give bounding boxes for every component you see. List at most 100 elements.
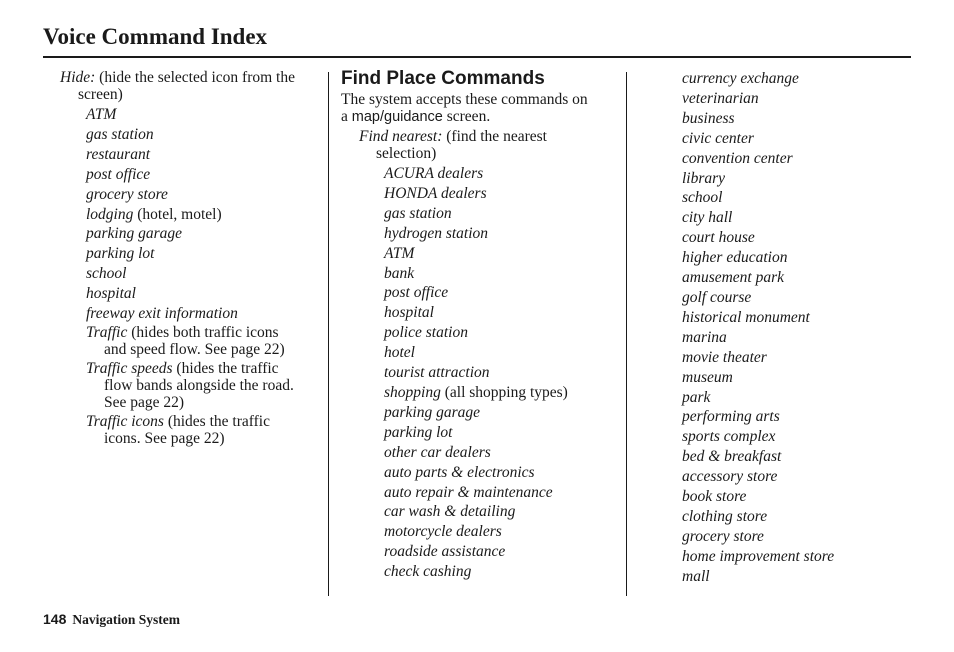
find-item-label: other car dealers: [384, 443, 491, 461]
traffic-item-desc-cont: See page 22): [104, 393, 185, 411]
hide-item-label: gas station: [86, 125, 154, 143]
traffic-item-label: Traffic speeds: [86, 359, 173, 377]
find-nearest-item: auto repair & maintenance: [384, 483, 621, 503]
find-nearest-item: museum: [682, 368, 733, 386]
find-item-label: hydrogen station: [384, 224, 489, 242]
hide-item-label: hospital: [86, 285, 136, 303]
traffic-item-desc: (hides both traffic icons: [127, 323, 279, 341]
section-heading: Find Place Commands: [341, 68, 545, 89]
hide-item-note: (hotel, motel): [133, 205, 222, 223]
traffic-item-desc: (hides the traffic: [163, 412, 270, 430]
find-nearest-item: parking lot: [384, 423, 621, 443]
column-find-place-commands: Find Place Commands The system accepts t…: [341, 69, 621, 582]
hide-item-label: parking lot: [86, 245, 155, 263]
find-nearest-item: convention center: [682, 149, 793, 167]
traffic-item-desc-cont: icons. See page 22): [104, 429, 225, 447]
find-item-note: (all shopping types): [440, 383, 568, 401]
hide-item-label: freeway exit information: [86, 305, 238, 323]
traffic-item-desc-cont: and speed flow. See page 22): [104, 340, 285, 358]
find-nearest-item: check cashing: [384, 562, 621, 582]
find-nearest-item: shopping (all shopping types): [384, 383, 621, 403]
find-nearest-item: accessory store: [682, 468, 778, 486]
find-nearest-item: parking garage: [384, 403, 621, 423]
find-nearest-item: home improvement store: [682, 547, 835, 565]
traffic-item-desc-cont: flow bands alongside the road.: [104, 376, 294, 394]
find-nearest-item: clothing store: [682, 507, 768, 525]
find-item-label: tourist attraction: [384, 364, 490, 382]
find-nearest-description-cont: selection): [376, 145, 437, 162]
find-item-label: check cashing: [384, 563, 472, 581]
find-item-label: post office: [384, 284, 449, 302]
find-item-label: shopping: [384, 383, 441, 401]
title-rule: [43, 56, 911, 58]
find-nearest-item: veterinarian: [682, 89, 759, 107]
find-item-label: gas station: [384, 204, 452, 222]
find-nearest-item: bank: [384, 264, 621, 284]
hide-item: post office: [86, 165, 322, 185]
traffic-item: Traffic icons (hides the traffic icons. S…: [86, 413, 322, 447]
find-item-label: HONDA dealers: [384, 184, 487, 202]
intro-line1: The system accepts these commands on: [341, 91, 588, 108]
find-nearest-item: HONDA dealers: [384, 184, 621, 204]
find-item-label: hospital: [384, 304, 434, 322]
find-nearest-item: school: [682, 189, 723, 207]
intro-text: The system accepts these commands on a m…: [341, 91, 621, 126]
find-nearest-item: court house: [682, 229, 755, 247]
hide-item: lodging (hotel, motel): [86, 205, 322, 225]
hide-command-description: (hide the selected icon from the: [95, 69, 295, 86]
hide-item-label: school: [86, 265, 127, 283]
find-nearest-item: motorcycle dealers: [384, 522, 621, 542]
hide-item: gas station: [86, 125, 322, 145]
hide-item-label: ATM: [86, 106, 117, 123]
hide-item: school: [86, 264, 322, 284]
hide-item: parking garage: [86, 224, 322, 244]
hide-command-description-cont: screen): [78, 86, 123, 103]
traffic-item: Traffic (hides both traffic icons and spe…: [86, 324, 322, 358]
find-nearest-items-list: ACURA dealers HONDA dealers gas station hyd…: [384, 164, 621, 582]
find-item-label: police station: [384, 324, 468, 342]
column-divider-1: [328, 72, 329, 596]
traffic-items-list: Traffic (hides both traffic icons and spe…: [86, 324, 322, 447]
find-nearest-item: civic center: [682, 129, 754, 147]
intro-end: screen.: [442, 108, 491, 125]
find-nearest-item: historical monument: [682, 308, 810, 326]
find-nearest-item: police station: [384, 323, 621, 343]
traffic-item: Traffic speeds (hides the traffic flow ba…: [86, 360, 322, 411]
find-nearest-item: other car dealers: [384, 443, 621, 463]
hide-item: freeway exit information: [86, 304, 322, 324]
footer-section-title: Navigation System: [72, 612, 180, 627]
find-nearest-item: hydrogen station: [384, 224, 621, 244]
find-item-label: ATM: [384, 244, 415, 262]
find-nearest-entry: Find nearest: (find the nearest selectio…: [359, 128, 621, 162]
find-nearest-item: park: [682, 388, 711, 406]
find-item-label: hotel: [384, 344, 415, 362]
find-nearest-item: sports complex: [682, 428, 776, 446]
intro-a: a: [341, 108, 352, 125]
hide-command: Hide:: [60, 69, 96, 86]
hide-item-label: restaurant: [86, 145, 151, 163]
hide-item: grocery store: [86, 185, 322, 205]
find-nearest-item: city hall: [682, 209, 733, 227]
page-number: 148: [43, 611, 67, 627]
find-nearest-item: movie theater: [682, 348, 767, 366]
find-nearest-item: marina: [682, 328, 727, 346]
hide-item: ATM: [86, 105, 322, 125]
find-nearest-item: tourist attraction: [384, 363, 621, 383]
find-nearest-item: car wash & detailing: [384, 502, 621, 522]
find-item-label: ACURA dealers: [384, 165, 484, 182]
find-nearest-item: post office: [384, 283, 621, 303]
page-footer: 148 Navigation System: [43, 611, 180, 628]
screen-name: map/guidance: [351, 109, 443, 125]
find-nearest-item: auto parts & electronics: [384, 463, 621, 483]
find-nearest-item: bed & breakfast: [682, 448, 782, 466]
find-item-label: parking garage: [384, 403, 481, 421]
find-nearest-item: performing arts: [682, 408, 780, 426]
find-nearest-item: library: [682, 169, 726, 187]
find-item-label: auto repair & maintenance: [384, 483, 553, 501]
find-item-label: car wash & detailing: [384, 503, 516, 521]
page-title: Voice Command Index: [43, 24, 268, 49]
find-item-label: bank: [384, 264, 415, 282]
column-divider-2: [626, 72, 627, 596]
hide-item: hospital: [86, 284, 322, 304]
find-nearest-item: ATM: [384, 244, 621, 264]
